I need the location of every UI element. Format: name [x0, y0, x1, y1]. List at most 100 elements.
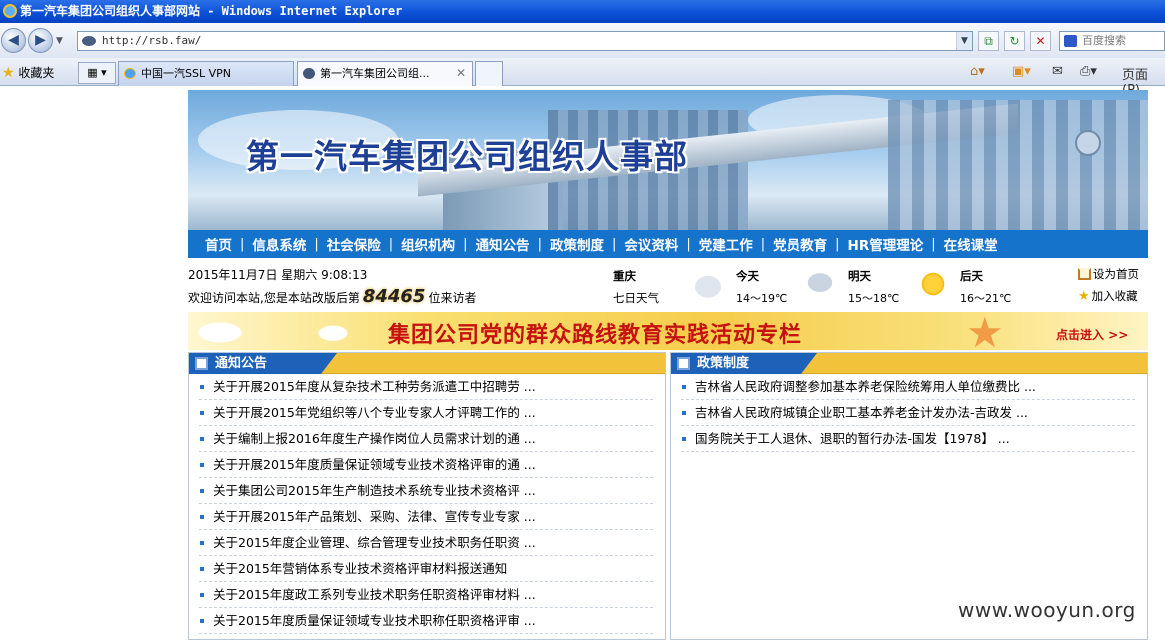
search-placeholder: 百度搜索: [1082, 34, 1126, 47]
weather-temp: 14～19℃: [736, 292, 788, 305]
dove-icon: [196, 316, 256, 346]
tab-vpn[interactable]: 中国一汽SSL VPN: [118, 61, 294, 86]
nav-item-home[interactable]: 首页: [205, 234, 232, 254]
ie-logo-icon: [3, 4, 17, 18]
search-input[interactable]: 百度搜索: [1059, 31, 1165, 51]
nav-item-info-system[interactable]: 信息系统: [252, 234, 306, 254]
favorites-button[interactable]: ★ 收藏夹: [2, 64, 54, 81]
list-item[interactable]: 关于集团公司2015年生产制造技术系统专业技术资格评 ...: [199, 478, 653, 504]
forward-arrow-icon: ▶: [35, 32, 46, 48]
list-item[interactable]: 关于开展2015年度从复杂技术工种劳务派遣工中招聘劳 ...: [199, 374, 653, 400]
cloud-icon: [688, 270, 728, 298]
set-homepage-label: 设为首页: [1093, 267, 1139, 281]
tab-current[interactable]: 第一汽车集团公司组... ✕: [297, 61, 473, 86]
dove-icon: [308, 320, 358, 344]
list-item[interactable]: 关于2015年度政工系列专业技术职务任职资格评审材料 ...: [199, 582, 653, 608]
notices-tab[interactable]: 通知公告: [189, 353, 337, 374]
promo-title: 集团公司党的群众路线教育实践活动专栏: [388, 323, 803, 348]
refresh-button[interactable]: ↻: [1004, 31, 1025, 51]
nav-item-notices[interactable]: 通知公告: [476, 234, 530, 254]
panel-box-icon: [195, 357, 208, 370]
add-favorite-link[interactable]: ★ 加入收藏: [1078, 288, 1138, 304]
policies-tab[interactable]: 政策制度: [671, 353, 817, 374]
panel-box-icon: [677, 357, 690, 370]
set-homepage-link[interactable]: 设为首页: [1078, 266, 1139, 282]
nav-item-social-insurance[interactable]: 社会保险: [327, 234, 381, 254]
site-banner: 第一汽车集团公司组织人事部: [188, 90, 1148, 230]
tab-bar: ★ 收藏夹 ▦ ▾ 中国一汽SSL VPN 第一汽车集团公司组... ✕ ⌂▾ …: [0, 58, 1165, 98]
watermark: www.wooyun.org: [958, 598, 1136, 622]
favorites-label: 收藏夹: [18, 66, 55, 80]
notices-list: 关于开展2015年度从复杂技术工种劳务派遣工中招聘劳 ... 关于开展2015年…: [189, 374, 665, 634]
list-item[interactable]: 关于开展2015年度质量保证领域专业技术资格评审的通 ...: [199, 452, 653, 478]
star-icon: ★: [966, 312, 1004, 350]
back-button[interactable]: ◀: [1, 28, 26, 53]
faw-emblem-icon: [1075, 130, 1101, 156]
tab-label: 第一汽车集团公司组...: [320, 67, 430, 80]
history-dropdown-icon[interactable]: ▼: [56, 36, 63, 46]
refresh-icon: ↻: [1009, 34, 1020, 48]
add-favorite-label: 加入收藏: [1091, 289, 1138, 303]
nav-item-hr-theory[interactable]: HR管理理论: [848, 234, 924, 254]
sun-icon: [913, 270, 953, 298]
address-text: http://rsb.faw/: [102, 34, 202, 47]
list-item[interactable]: 关于2015年度质量保证领域专业技术职称任职资格评审 ...: [199, 608, 653, 634]
stop-button[interactable]: ✕: [1030, 31, 1051, 51]
weather-temp: 16～21℃: [960, 292, 1012, 305]
window-titlebar: 第一汽车集团公司组织人事部网站 - Windows Internet Explo…: [0, 0, 1165, 23]
window-title: 第一汽车集团公司组织人事部网站 - Windows Internet Explo…: [20, 4, 403, 18]
address-dropdown-icon[interactable]: ▼: [956, 32, 972, 50]
nav-item-online-courses[interactable]: 在线课堂: [944, 234, 998, 254]
notices-title: 通知公告: [215, 356, 268, 371]
address-input[interactable]: http://rsb.faw/ ▼: [77, 31, 973, 51]
list-item[interactable]: 吉林省人民政府城镇企业职工基本养老金计发办法-吉政发 ...: [681, 400, 1135, 426]
compat-view-button[interactable]: ⧉: [978, 31, 999, 51]
new-tab-button[interactable]: [475, 61, 503, 86]
list-item[interactable]: 关于编制上报2016年度生产操作岗位人员需求计划的通 ...: [199, 426, 653, 452]
quick-tabs-button[interactable]: ▦ ▾: [78, 62, 116, 84]
banner-title: 第一汽车集团公司组织人事部: [246, 137, 688, 176]
nav-item-party-work[interactable]: 党建工作: [699, 234, 753, 254]
week-weather-link[interactable]: 七日天气: [613, 290, 659, 306]
weather-day: 今天: [736, 269, 759, 283]
weather-day: 后天: [960, 269, 983, 283]
list-item[interactable]: 国务院关于工人退休、退职的暂行办法-国发【1978】 ...: [681, 426, 1135, 452]
promo-banner[interactable]: 集团公司党的群众路线教育实践活动专栏 ★ 点击进入 >>: [188, 312, 1148, 350]
baidu-icon: [1064, 35, 1077, 47]
print-icon[interactable]: ⎙▾: [1080, 64, 1097, 79]
main-nav: 首页 | 信息系统 | 社会保险 | 组织机构 | 通知公告 | 政策制度 | …: [188, 230, 1148, 258]
nav-item-party-education[interactable]: 党员教育: [773, 234, 827, 254]
weather-day: 明天: [848, 269, 871, 283]
back-arrow-icon: ◀: [8, 32, 19, 48]
tab-label: 中国一汽SSL VPN: [141, 67, 231, 80]
list-item[interactable]: 关于2015年度企业管理、综合管理专业技术职务任职资 ...: [199, 530, 653, 556]
policies-panel: 政策制度 吉林省人民政府调整参加基本养老保险统筹用人单位缴费比 ... 吉林省人…: [670, 352, 1148, 640]
nav-item-organization[interactable]: 组织机构: [401, 234, 455, 254]
quick-tabs-icon: ▦ ▾: [87, 66, 107, 79]
home-icon[interactable]: ⌂▾: [970, 64, 985, 79]
forward-button[interactable]: ▶: [28, 28, 53, 53]
feeds-icon[interactable]: ▣▾: [1012, 64, 1031, 79]
star-icon: ★: [1078, 289, 1090, 304]
list-item[interactable]: 关于开展2015年党组织等八个专业专家人才评聘工作的 ...: [199, 400, 653, 426]
list-item[interactable]: 吉林省人民政府调整参加基本养老保险统筹用人单位缴费比 ...: [681, 374, 1135, 400]
list-item[interactable]: 关于开展2015年产品策划、采购、法律、宣传专业专家 ...: [199, 504, 653, 530]
weather-temp: 15～18℃: [848, 292, 900, 305]
page-tab-icon: [303, 68, 315, 79]
weather-city[interactable]: 重庆: [613, 268, 636, 284]
address-toolbar: ◀ ▶ ▼ http://rsb.faw/ ▼ ⧉ ↻ ✕ 百度搜索: [0, 23, 1165, 58]
promo-enter-link[interactable]: 点击进入 >>: [1056, 326, 1128, 343]
close-tab-icon[interactable]: ✕: [456, 62, 466, 85]
date-time: 2015年11月7日 星期六 9:08:13: [188, 268, 368, 282]
house-icon: [1078, 268, 1091, 280]
nav-item-policies[interactable]: 政策制度: [550, 234, 604, 254]
info-bar: 2015年11月7日 星期六 9:08:13 欢迎访问本站,您是本站改版后第 84…: [188, 260, 1148, 310]
mail-icon[interactable]: ✉: [1052, 64, 1063, 79]
compat-icon: ⧉: [984, 34, 993, 48]
nav-item-meetings[interactable]: 会议资料: [624, 234, 678, 254]
list-item[interactable]: 关于2015年营销体系专业技术资格评审材料报送通知: [199, 556, 653, 582]
panel-header: 政策制度: [671, 353, 1147, 374]
notices-panel: 通知公告 关于开展2015年度从复杂技术工种劳务派遣工中招聘劳 ... 关于开展…: [188, 352, 666, 640]
rain-icon: [800, 270, 840, 298]
banner-building: [888, 100, 1148, 230]
